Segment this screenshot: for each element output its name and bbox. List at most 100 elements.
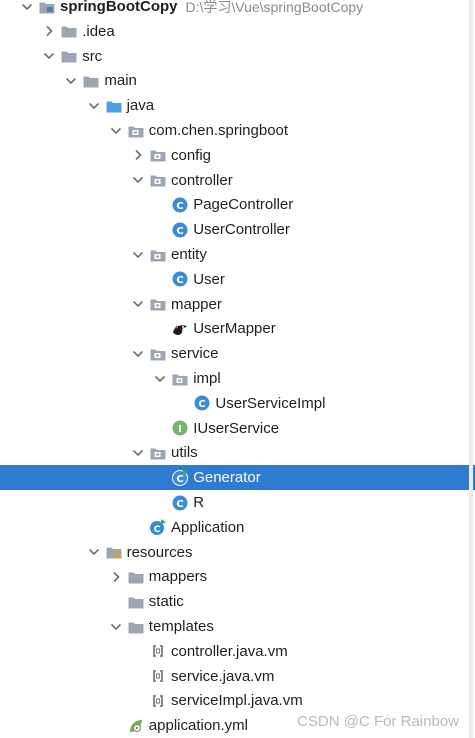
- tree-item-user[interactable]: C User: [0, 267, 475, 292]
- tree-item-mapper[interactable]: mapper: [0, 292, 475, 317]
- chevron-down-icon[interactable]: [129, 440, 147, 465]
- tree-item-label: UserServiceImpl: [215, 394, 326, 412]
- svg-text:C: C: [177, 474, 184, 485]
- tree-item-label: main: [104, 72, 137, 90]
- svg-text:C: C: [177, 226, 184, 237]
- tree-item-controller[interactable]: controller: [0, 168, 475, 193]
- tree-item-java[interactable]: java: [0, 93, 475, 118]
- tree-item-config[interactable]: config: [0, 143, 475, 168]
- velocity-file-icon: [149, 692, 167, 710]
- class-icon: C: [171, 270, 189, 288]
- tree-item-label: R: [193, 494, 205, 511]
- tree-item-usercontroller[interactable]: C UserController: [0, 217, 475, 242]
- tree-item-label: service.java.vm: [171, 667, 275, 685]
- svg-text:C: C: [154, 525, 161, 535]
- chevron-down-icon[interactable]: [85, 540, 103, 565]
- tree-item-service[interactable]: service: [0, 341, 475, 366]
- chevron-down-icon[interactable]: [62, 68, 80, 93]
- folder-icon: [127, 618, 145, 636]
- chevron-down-icon[interactable]: [40, 44, 58, 69]
- chevron-down-icon[interactable]: [129, 242, 147, 267]
- svg-text:I: I: [178, 424, 182, 435]
- tree-item-idea[interactable]: .idea: [0, 19, 475, 44]
- velocity-file-icon: [149, 667, 167, 685]
- package-icon: [149, 146, 167, 164]
- tree-item-usermapper[interactable]: UserMapper: [0, 316, 475, 341]
- folder-icon: [60, 22, 78, 40]
- tree-item-userserviceimpl[interactable]: C UserServiceImpl: [0, 391, 475, 416]
- package-icon: [149, 295, 167, 313]
- tree-item-impl[interactable]: impl: [0, 366, 475, 391]
- chevron-right-icon[interactable]: [107, 564, 125, 589]
- tree-item-mappers[interactable]: mappers: [0, 564, 475, 589]
- chevron-down-icon[interactable]: [107, 118, 125, 143]
- tree-item-label: mapper: [171, 295, 222, 313]
- tree-item-label: service: [171, 345, 219, 363]
- spring-boot-app-icon: C: [149, 518, 167, 536]
- tree-item-iuserservice[interactable]: I IUserService: [0, 416, 475, 441]
- project-tree: springBootCopy D:\学习\Vue\springBootCopy .i…: [0, 0, 475, 738]
- tree-item-label: resources: [126, 543, 193, 561]
- tree-item-serviceimpl-java-vm[interactable]: serviceImpl.java.vm: [0, 688, 475, 713]
- svg-text:C: C: [177, 275, 184, 286]
- tree-item-label: controller.java.vm: [171, 642, 288, 660]
- tree-item-label: com.chen.springboot: [148, 122, 289, 139]
- chevron-down-icon[interactable]: [129, 292, 147, 317]
- spring-yaml-icon: [127, 717, 145, 735]
- tree-item-service-java-vm[interactable]: service.java.vm: [0, 664, 475, 689]
- tree-item-label: PageController: [193, 196, 294, 214]
- package-icon: [127, 122, 145, 140]
- tree-item-src[interactable]: src: [0, 44, 475, 69]
- chevron-down-icon[interactable]: [129, 341, 147, 366]
- tree-item-label: User: [193, 270, 225, 288]
- chevron-right-icon[interactable]: [129, 143, 147, 168]
- chevron-down-icon[interactable]: [129, 168, 147, 193]
- tree-item-springbootcopy[interactable]: springBootCopy D:\学习\Vue\springBootCopy: [0, 0, 475, 19]
- tree-item-entity[interactable]: entity: [0, 242, 475, 267]
- tree-item-controller-java-vm[interactable]: controller.java.vm: [0, 639, 475, 664]
- folder-icon: [127, 568, 145, 586]
- tree-item-label: serviceImpl.java.vm: [171, 692, 303, 710]
- package-icon: [171, 370, 189, 388]
- chevron-right-icon[interactable]: [40, 19, 58, 44]
- tree-item-resources[interactable]: resources: [0, 540, 475, 565]
- folder-icon: [82, 72, 100, 90]
- tree-item-main[interactable]: main: [0, 68, 475, 93]
- class-icon: C: [171, 196, 189, 214]
- class-icon: C: [171, 221, 189, 239]
- tree-item-static[interactable]: static: [0, 589, 475, 614]
- tree-item-label: application.yml: [148, 717, 249, 735]
- tree-item-label: impl: [193, 370, 221, 387]
- tree-item-label: templates: [148, 618, 214, 635]
- chevron-down-icon[interactable]: [18, 0, 36, 19]
- tree-item-generator[interactable]: C Generator: [0, 465, 475, 491]
- chevron-down-icon[interactable]: [107, 614, 125, 639]
- tree-item-pagecontroller[interactable]: C PageController: [0, 192, 475, 217]
- tree-item-com-chen-springboot[interactable]: com.chen.springboot: [0, 118, 475, 143]
- mybatis-mapper-icon: [171, 320, 189, 338]
- interface-icon: I: [171, 419, 189, 437]
- tree-item-label: java: [126, 97, 155, 115]
- folder-icon: [60, 47, 78, 65]
- svg-text:C: C: [177, 499, 184, 510]
- vertical-scrollbar[interactable]: [469, 0, 473, 738]
- module-folder-icon: [38, 0, 56, 16]
- tree-item-label: config: [171, 146, 212, 164]
- tree-item-label: .idea: [82, 22, 115, 40]
- tree-item-label: UserMapper: [193, 320, 276, 338]
- chevron-down-icon[interactable]: [151, 366, 169, 391]
- tree-item-r[interactable]: CR: [0, 490, 475, 515]
- tree-item-label: UserController: [193, 221, 290, 239]
- package-icon: [149, 345, 167, 363]
- tree-item-application[interactable]: C Application: [0, 515, 475, 540]
- chevron-down-icon[interactable]: [85, 93, 103, 118]
- tree-item-utils[interactable]: utils: [0, 440, 475, 465]
- tree-item-label: Generator: [193, 469, 261, 487]
- package-icon: [149, 444, 167, 462]
- tree-item-label: controller: [171, 171, 233, 189]
- tree-item-templates[interactable]: templates: [0, 614, 475, 639]
- tree-item-label: static: [148, 593, 184, 611]
- resources-folder-icon: [105, 543, 123, 561]
- tree-item-label: mappers: [148, 568, 208, 586]
- tree-item-label: src: [82, 47, 103, 65]
